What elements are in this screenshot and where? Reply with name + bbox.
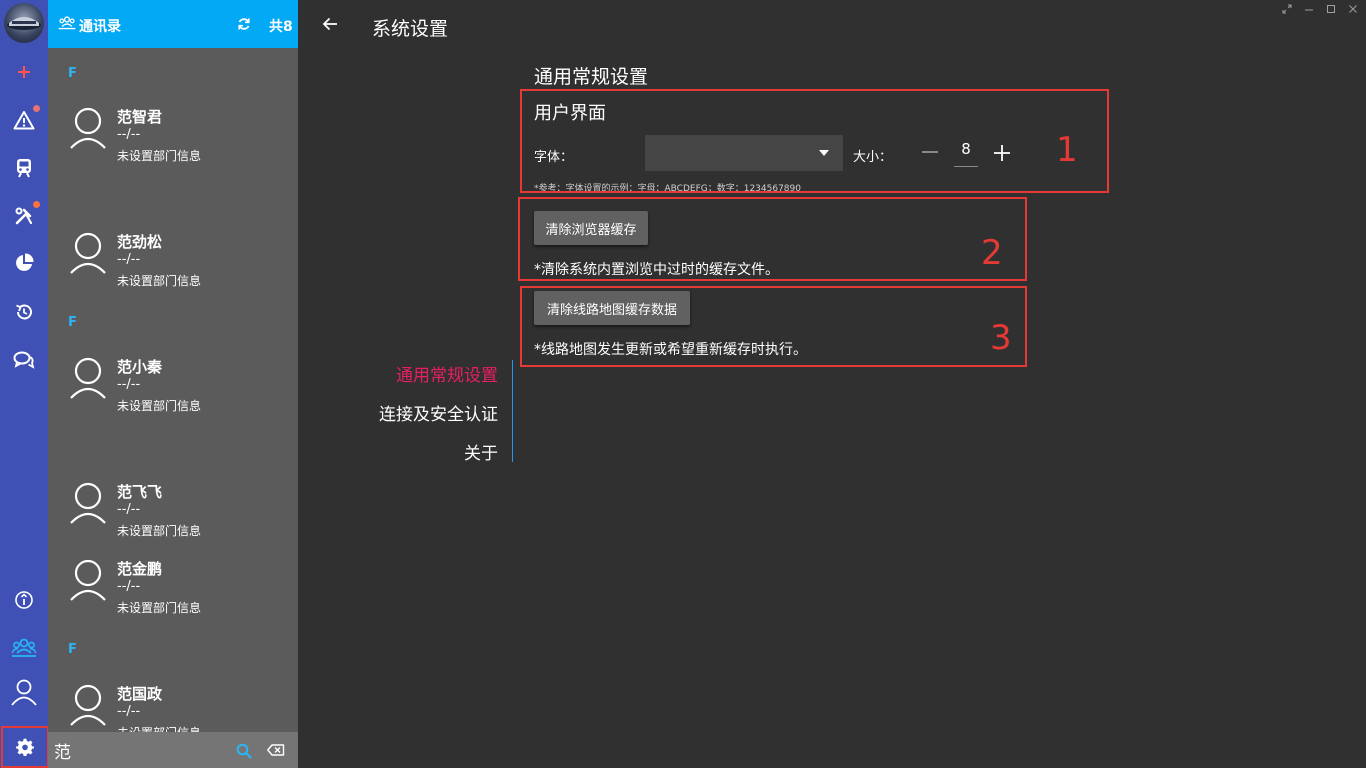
minus-icon[interactable] — [921, 146, 939, 158]
minimize-icon[interactable] — [1304, 4, 1314, 14]
avatar-icon — [70, 482, 106, 524]
contacts-title: 通讯录 — [79, 19, 121, 35]
train-button[interactable] — [0, 148, 48, 188]
group-letter: F — [68, 642, 77, 657]
contact-phone: --/-- — [117, 127, 141, 142]
alarm-button[interactable] — [0, 100, 48, 140]
person-icon — [11, 679, 37, 706]
size-value[interactable]: 8 — [954, 140, 978, 167]
annotation-number-1: 1 — [1056, 130, 1078, 170]
contacts-icon — [11, 638, 37, 657]
contact-item[interactable]: 范智君 --/-- 未设置部门信息 — [48, 106, 298, 176]
dropdown-arrow-icon — [819, 150, 829, 156]
size-label: 大小： — [853, 150, 893, 165]
contact-item[interactable]: 范小秦 --/-- 未设置部门信息 — [48, 356, 298, 426]
font-hint: *参考：字体设置的示例：字母：ABCDEFG；数字：1234567890 — [534, 184, 801, 191]
contact-list[interactable]: F 范智君 --/-- 未设置部门信息 范劲松 --/-- 未设置部门信息 F — [48, 48, 298, 732]
section-heading: 通用常规设置 — [534, 66, 649, 88]
browser-cache-note: *清除系统内置浏览中过时的缓存文件。 — [534, 262, 779, 278]
contact-phone: --/-- — [117, 579, 141, 594]
nav-about[interactable]: 关于 — [464, 439, 498, 464]
contact-name: 范国政 — [117, 685, 163, 703]
refresh-icon[interactable] — [237, 17, 251, 31]
add-button[interactable] — [0, 52, 48, 92]
back-arrow-icon[interactable] — [322, 17, 338, 31]
avatar-icon — [70, 232, 106, 274]
pie-chart-icon — [16, 253, 34, 271]
app-sidebar — [0, 0, 49, 768]
maintenance-badge — [33, 201, 40, 208]
contact-dept: 未设置部门信息 — [117, 149, 202, 163]
font-select[interactable] — [645, 135, 843, 171]
settings-button[interactable] — [1, 726, 49, 768]
contact-item[interactable]: 范国政 --/-- 未设置部门信息 — [48, 683, 298, 732]
annotation-number-2: 2 — [981, 233, 1003, 273]
profile-button[interactable] — [0, 672, 48, 712]
backspace-icon[interactable] — [267, 744, 285, 756]
fullscreen-icon[interactable] — [1282, 4, 1292, 14]
contact-name: 范小秦 — [117, 358, 163, 376]
contact-phone: --/-- — [117, 704, 141, 719]
contact-name: 范劲松 — [117, 233, 163, 251]
plus-icon[interactable] — [993, 144, 1011, 162]
nav-connection-security[interactable]: 连接及安全认证 — [379, 400, 498, 425]
annotation-number-3: 3 — [990, 318, 1012, 358]
page-title: 系统设置 — [372, 18, 449, 40]
maintenance-button[interactable] — [0, 196, 48, 236]
contact-phone: --/-- — [117, 252, 141, 267]
maximize-icon[interactable] — [1326, 4, 1336, 14]
search-icon[interactable] — [236, 743, 252, 759]
contact-phone: --/-- — [117, 377, 141, 392]
train-icon — [17, 159, 31, 178]
warning-icon — [13, 111, 35, 130]
contacts-count: 共8 — [269, 19, 293, 35]
contacts-icon — [58, 16, 76, 30]
contact-name: 范智君 — [117, 108, 163, 126]
chat-icon — [13, 351, 35, 369]
contact-name: 范金鹏 — [117, 560, 163, 578]
contacts-panel: 通讯录 共8 F 范智君 --/-- 未设置部门信息 范劲松 --/-- 未设置… — [48, 0, 298, 768]
contact-item[interactable]: 范劲松 --/-- 未设置部门信息 — [48, 231, 298, 301]
search-input[interactable] — [54, 737, 224, 763]
contact-item[interactable]: 范金鹏 --/-- 未设置部门信息 — [48, 558, 298, 628]
contact-name: 范飞飞 — [117, 483, 163, 501]
chat-button[interactable] — [0, 340, 48, 380]
avatar-icon — [70, 559, 106, 601]
info-icon — [15, 591, 33, 609]
group-letter: F — [68, 315, 77, 330]
info-button[interactable] — [0, 580, 48, 620]
history-button[interactable] — [0, 292, 48, 332]
clear-browser-cache-button[interactable]: 清除浏览器缓存 — [534, 211, 648, 245]
clear-map-cache-button[interactable]: 清除线路地图缓存数据 — [534, 291, 690, 325]
gear-icon — [16, 738, 34, 756]
contact-item[interactable]: 范飞飞 --/-- 未设置部门信息 — [48, 481, 298, 551]
tools-icon — [15, 207, 33, 225]
contact-dept: 未设置部门信息 — [117, 524, 202, 538]
statistics-button[interactable] — [0, 243, 48, 283]
app-logo — [4, 3, 44, 43]
contacts-header: 通讯录 共8 — [48, 0, 298, 48]
group-letter: F — [68, 66, 77, 81]
contact-phone: --/-- — [117, 502, 141, 517]
contact-dept: 未设置部门信息 — [117, 399, 202, 413]
search-bar — [48, 732, 298, 768]
alarm-badge — [33, 105, 40, 112]
avatar-icon — [70, 107, 106, 149]
close-icon[interactable] — [1348, 4, 1358, 14]
contact-dept: 未设置部门信息 — [117, 601, 202, 615]
nav-general-settings[interactable]: 通用常规设置 — [396, 361, 498, 386]
map-cache-note: *线路地图发生更新或希望重新缓存时执行。 — [534, 342, 807, 358]
nav-indicator-line — [512, 360, 513, 462]
ui-section-title: 用户界面 — [534, 103, 606, 124]
contact-dept: 未设置部门信息 — [117, 274, 202, 288]
window-controls — [1282, 4, 1358, 14]
font-label: 字体： — [534, 150, 574, 165]
contact-dept: 未设置部门信息 — [117, 724, 201, 732]
history-icon — [16, 304, 32, 320]
plus-icon — [18, 66, 30, 78]
avatar-icon — [70, 357, 106, 399]
contacts-button[interactable] — [0, 628, 48, 668]
avatar-icon — [70, 684, 106, 726]
